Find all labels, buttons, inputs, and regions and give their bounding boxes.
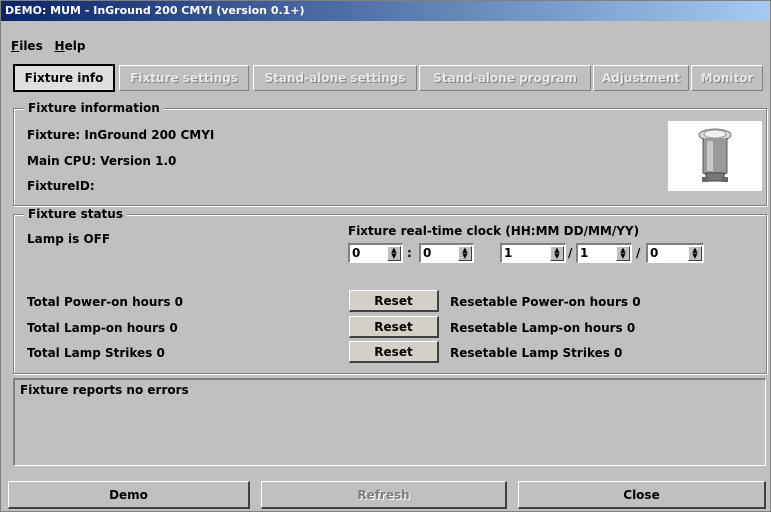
fixture-name: Fixture: InGround 200 CMYI [27, 128, 215, 142]
tab-adjustment[interactable]: Adjustment [593, 65, 689, 91]
total-power-on-hours: Total Power-on hours 0 [27, 295, 184, 309]
hour-spinner[interactable]: 0 ▲ ▼ [348, 243, 403, 263]
month-spinner[interactable]: 1 ▲ ▼ [576, 243, 632, 263]
fixture-status-group: Fixture status Lamp is OFF Fixture real-… [13, 207, 767, 374]
tab-fixture-settings[interactable]: Fixture settings [119, 65, 249, 91]
spin-arrows-icon[interactable]: ▲ ▼ [458, 246, 472, 261]
fixture-information-group: Fixture information Fixture: InGround 20… [13, 101, 767, 206]
error-message-box: Fixture reports no errors [13, 378, 766, 466]
fixture-id: FixtureID: [27, 179, 95, 193]
spin-arrows-icon[interactable]: ▲ ▼ [550, 246, 564, 261]
total-lamp-on-hours: Total Lamp-on hours 0 [27, 321, 178, 335]
spin-arrows-icon[interactable]: ▲ ▼ [387, 246, 401, 261]
tab-fixture-info[interactable]: Fixture info [13, 64, 115, 92]
month-value: 1 [580, 246, 589, 260]
close-button[interactable]: Close [518, 481, 766, 509]
spin-arrows-icon[interactable]: ▲ ▼ [688, 246, 702, 261]
hour-value: 0 [352, 246, 361, 260]
error-message-text: Fixture reports no errors [20, 383, 189, 397]
menu-files[interactable]: Files [11, 39, 43, 53]
year-spinner[interactable]: 0 ▲ ▼ [646, 243, 704, 263]
resetable-power-on-hours: Resetable Power-on hours 0 [450, 295, 641, 309]
day-spinner[interactable]: 1 ▲ ▼ [500, 243, 566, 263]
fixture-icon [698, 128, 732, 182]
clock-label: Fixture real-time clock (HH:MM DD/MM/YY) [348, 224, 640, 238]
menu-bar: Files Help [11, 39, 93, 57]
date-separator-1: / [568, 246, 573, 260]
menu-help[interactable]: Help [55, 39, 86, 53]
window-title: DEMO: MUM - InGround 200 CMYI (version 0… [1, 1, 770, 21]
tab-standalone-settings[interactable]: Stand-alone settings [253, 65, 417, 91]
fixture-status-title: Fixture status [24, 207, 127, 221]
reset-power-on-button[interactable]: Reset [349, 290, 439, 312]
spin-arrows-icon[interactable]: ▲ ▼ [616, 246, 630, 261]
total-lamp-strikes: Total Lamp Strikes 0 [27, 346, 165, 360]
tab-standalone-program[interactable]: Stand-alone program [419, 65, 591, 91]
refresh-button[interactable]: Refresh [261, 481, 507, 509]
fixture-information-title: Fixture information [24, 101, 164, 115]
fixture-image [668, 121, 762, 191]
tab-monitor[interactable]: Monitor [691, 65, 763, 91]
main-cpu-version: Main CPU: Version 1.0 [27, 154, 177, 168]
day-value: 1 [504, 246, 513, 260]
time-separator: : [407, 246, 412, 260]
date-separator-2: / [636, 246, 641, 260]
resetable-lamp-strikes: Resetable Lamp Strikes 0 [450, 346, 623, 360]
resetable-lamp-on-hours: Resetable Lamp-on hours 0 [450, 321, 636, 335]
year-value: 0 [650, 246, 659, 260]
minute-value: 0 [423, 246, 432, 260]
app-window: DEMO: MUM - InGround 200 CMYI (version 0… [0, 0, 771, 512]
demo-button[interactable]: Demo [8, 481, 250, 509]
reset-lamp-strikes-button[interactable]: Reset [349, 341, 439, 363]
reset-lamp-on-button[interactable]: Reset [349, 316, 439, 338]
lamp-status: Lamp is OFF [27, 232, 111, 246]
minute-spinner[interactable]: 0 ▲ ▼ [419, 243, 474, 263]
